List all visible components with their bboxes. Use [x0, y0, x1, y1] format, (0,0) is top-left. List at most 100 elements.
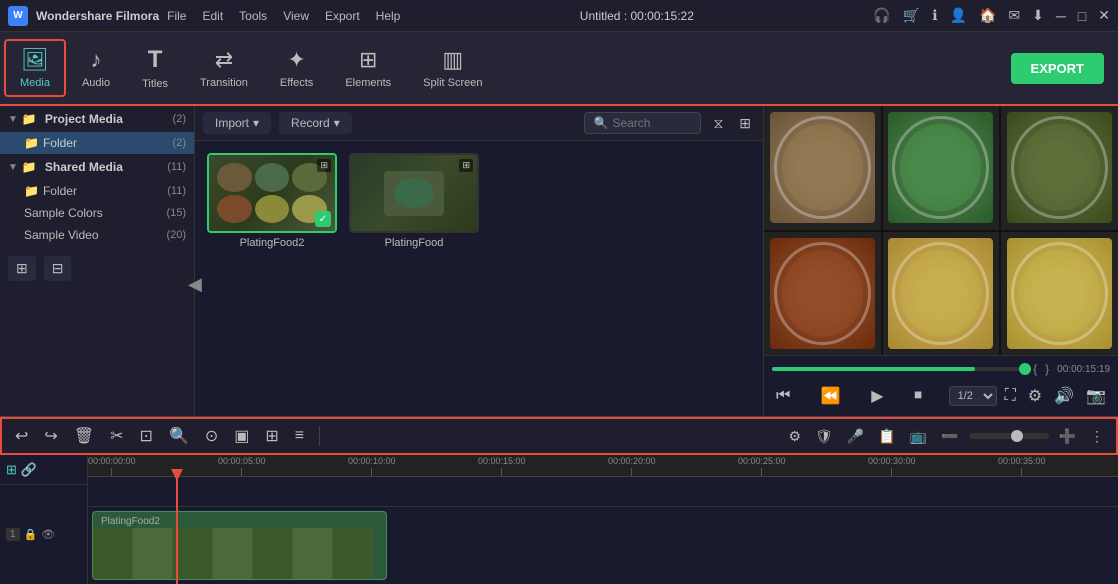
headphone-icon[interactable]: 🎧 — [873, 7, 890, 24]
timeline-clipboard-button[interactable]: 📋 — [874, 426, 899, 447]
maximize-button[interactable]: □ — [1078, 8, 1086, 24]
timeline-zoom-in-button[interactable]: ➕ — [1055, 426, 1080, 447]
project-media-header[interactable]: ▼ 📁 Project Media (2) — [0, 106, 194, 132]
timeline-link-icon[interactable]: 🔗 — [21, 462, 37, 478]
timeline-zoom-slider[interactable] — [969, 433, 1049, 439]
folder-icon: 📁 — [24, 136, 39, 150]
tool-audio-label: Audio — [82, 77, 110, 89]
project-media-folder[interactable]: 📁 Folder (2) — [0, 132, 194, 154]
timeline-settings-button[interactable]: ⚙ — [784, 426, 805, 447]
record-button[interactable]: Record ▾ — [279, 112, 352, 134]
minimize-button[interactable]: ─ — [1056, 8, 1066, 24]
zoom-button[interactable]: 🔍 — [164, 424, 194, 448]
search-input[interactable] — [612, 116, 692, 130]
close-button[interactable]: ✕ — [1098, 7, 1110, 24]
info-icon[interactable]: ℹ — [932, 7, 937, 24]
media-item-platingfood[interactable]: ⊞ PlatingFood — [349, 153, 479, 404]
clip-thumb-1 — [93, 528, 133, 579]
track-number: 1 — [6, 528, 20, 541]
tool-media[interactable]: 🖼 Media — [4, 39, 66, 97]
track-visibility-icon[interactable]: 👁 — [41, 528, 55, 541]
frame-back-button[interactable]: ⏪ — [817, 384, 845, 408]
timeline-divider — [319, 426, 320, 446]
play-button[interactable]: ▶ — [867, 384, 887, 408]
redo-button[interactable]: ↪ — [39, 424, 62, 448]
cart-icon[interactable]: 🛒 — [903, 7, 920, 24]
video-clip[interactable]: PlatingFood2 — [92, 511, 387, 580]
grid-view-icon[interactable]: ⊞ — [735, 113, 755, 134]
progress-bar[interactable] — [772, 367, 1025, 371]
track-lock-icon[interactable]: 🔒 — [24, 528, 38, 541]
remove-folder-button[interactable]: ⊟ — [44, 256, 72, 281]
tool-split-screen[interactable]: ▥ Split Screen — [407, 39, 498, 97]
timeline-shield-button[interactable]: 🛡 — [811, 426, 837, 447]
transform-button[interactable]: ▣ — [229, 424, 254, 448]
tool-effects[interactable]: ✦ Effects — [264, 39, 329, 97]
tool-titles[interactable]: T Titles — [126, 38, 184, 98]
shared-media-count: (11) — [167, 161, 186, 173]
thumb-overlay-2: ⊞ — [459, 159, 473, 172]
app-name: Wondershare Filmora — [36, 9, 159, 23]
window-title: Untitled : 00:00:15:22 — [580, 9, 694, 23]
download-icon[interactable]: ⬇ — [1032, 7, 1044, 24]
undo-button[interactable]: ↩ — [10, 424, 33, 448]
menu-view[interactable]: View — [283, 9, 309, 23]
motion-button[interactable]: ⊞ — [260, 424, 283, 448]
cut-button[interactable]: ✂ — [105, 424, 128, 448]
menu-edit[interactable]: Edit — [202, 9, 223, 23]
preview-cell-5 — [883, 232, 1000, 356]
tool-media-label: Media — [20, 77, 50, 89]
timeline-area: ↩ ↪ 🗑 ✂ ⊡ 🔍 ⊙ ▣ ⊞ ≡ ⚙ 🛡 🎤 📋 📺 ➖ ➕ ⋮ ⊞ — [0, 416, 1118, 584]
ruler-mark-4: 00:00:20:00 — [608, 456, 656, 476]
clip-thumbnails — [93, 528, 373, 579]
export-button[interactable]: EXPORT — [1011, 53, 1104, 84]
crop-button[interactable]: ⊡ — [135, 424, 158, 448]
user-icon[interactable]: 👤 — [950, 7, 967, 24]
tool-transition[interactable]: ⇄ Transition — [184, 39, 264, 97]
timeline-tv-button[interactable]: 📺 — [906, 426, 931, 447]
tool-audio[interactable]: ♪ Audio — [66, 39, 126, 97]
timeline-playhead[interactable] — [176, 477, 178, 584]
home-icon[interactable]: 🏠 — [979, 7, 996, 24]
mail-icon[interactable]: ✉ — [1008, 7, 1020, 24]
menu-tools[interactable]: Tools — [239, 9, 267, 23]
media-icon: 🖼 — [21, 47, 49, 73]
filter-icon[interactable]: ⧖ — [709, 113, 727, 134]
tool-elements[interactable]: ⊞ Elements — [329, 39, 407, 97]
adjust-button[interactable]: ≡ — [290, 425, 309, 447]
clip-thumb-7 — [333, 528, 373, 579]
sample-colors-item[interactable]: Sample Colors (15) — [0, 202, 194, 224]
delete-button[interactable]: 🗑 — [69, 424, 99, 448]
shared-media-folder[interactable]: 📁 Folder (11) — [0, 180, 194, 202]
settings-button[interactable]: ⚙ — [1024, 384, 1046, 408]
preview-playback: ⏮ ⏪ ▶ ⏹ 1/2 1/4 Full ⛶ ⚙ 🔊 📷 — [772, 382, 1110, 410]
sample-video-item[interactable]: Sample Video (20) — [0, 224, 194, 246]
timeline-mic-button[interactable]: 🎤 — [843, 426, 868, 447]
record-label: Record — [291, 116, 330, 130]
add-folder-button[interactable]: ⊞ — [8, 256, 36, 281]
project-media-title: Project Media — [45, 112, 169, 126]
color-button[interactable]: ⊙ — [200, 424, 223, 448]
clip-thumb-3 — [173, 528, 213, 579]
progress-handle[interactable] — [1019, 363, 1031, 375]
volume-button[interactable]: 🔊 — [1050, 384, 1078, 408]
tool-elements-label: Elements — [345, 77, 391, 89]
timeline-zoom-out-button[interactable]: ➖ — [937, 426, 962, 447]
menu-help[interactable]: Help — [376, 9, 401, 23]
media-item-platingfood2[interactable]: ⊞ ✓ PlatingFood2 — [207, 153, 337, 404]
snapshot-button[interactable]: 📷 — [1082, 384, 1110, 408]
skip-back-button[interactable]: ⏮ — [772, 385, 794, 407]
quality-select[interactable]: 1/2 1/4 Full — [949, 386, 997, 406]
menu-file[interactable]: File — [167, 9, 186, 23]
fullscreen-button[interactable]: ⛶ — [1001, 385, 1020, 407]
menu-bar: File Edit Tools View Export Help — [167, 9, 400, 23]
import-button[interactable]: Import ▾ — [203, 112, 271, 134]
menu-export[interactable]: Export — [325, 9, 360, 23]
timeline-snap-icon[interactable]: ⊞ — [6, 462, 17, 478]
stop-button[interactable]: ⏹ — [910, 385, 926, 407]
sample-colors-count: (15) — [166, 207, 186, 219]
shared-media-header[interactable]: ▼ 📁 Shared Media (11) — [0, 154, 194, 180]
food-plate-4 — [770, 238, 875, 349]
title-bar: W Wondershare Filmora File Edit Tools Vi… — [0, 0, 1118, 32]
timeline-more-button[interactable]: ⋮ — [1086, 426, 1108, 447]
